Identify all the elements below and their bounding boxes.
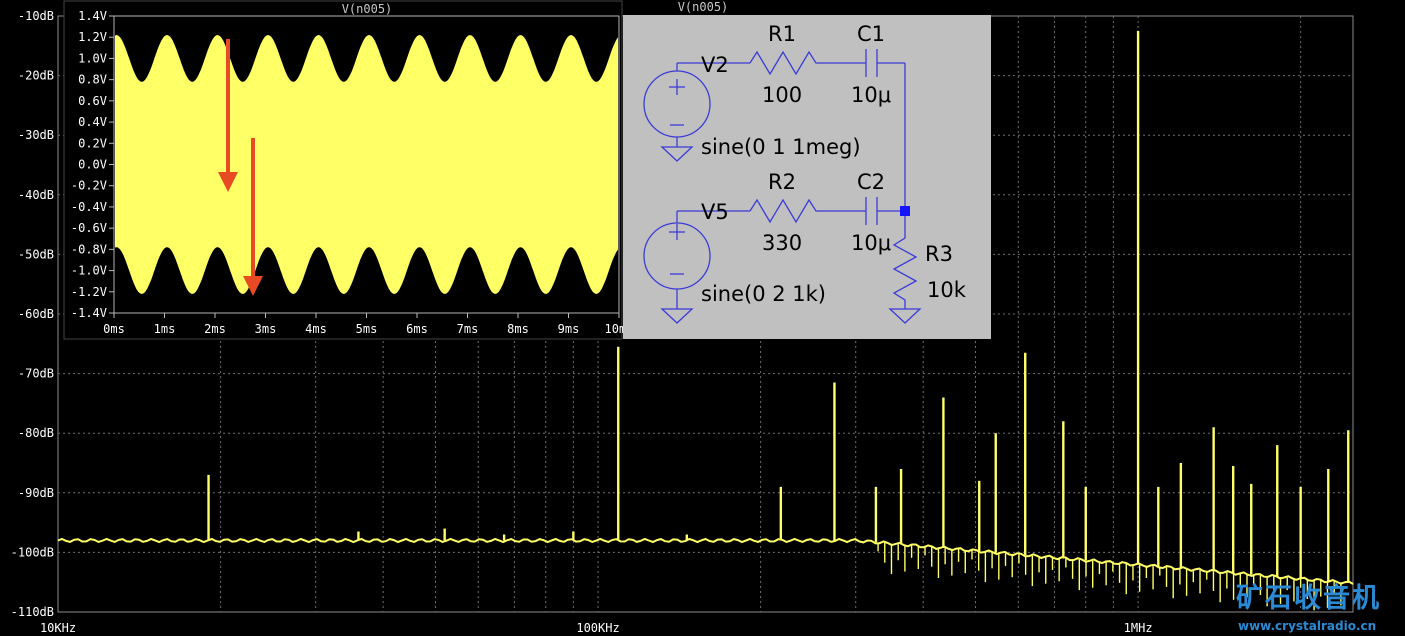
spectrum-y-tick-label: -30dB (18, 128, 54, 142)
waveform-title: V(n005) (342, 2, 393, 16)
spectrum-x-tick-label: 100KHz (576, 621, 619, 635)
spectrum-x-tick-label: 1MHz (1124, 621, 1153, 635)
spectrum-title: V(n005) (678, 0, 729, 14)
spectrum-y-tick-label: -100dB (11, 545, 54, 559)
spectrum-y-tick-label: -90dB (18, 486, 54, 500)
waveform-y-tick-label: -1.0V (71, 264, 107, 278)
spectrum-y-tick-label: -10dB (18, 9, 54, 23)
waveform-y-tick-label: -0.6V (71, 221, 107, 235)
spectrum-y-tick-label: -70dB (18, 367, 54, 381)
waveform-y-tick-label: -1.2V (71, 285, 107, 299)
waveform-x-tick-label: 0ms (103, 322, 125, 336)
waveform-y-tick-label: 0.2V (78, 136, 107, 150)
source-v5-name: V5 (701, 200, 729, 224)
spectrum-y-tick-label: -60dB (18, 307, 54, 321)
waveform-x-tick-label: 5ms (356, 322, 378, 336)
spectrum-x-axis: 10KHz 100KHz 1MHz (40, 621, 1153, 635)
watermark-text: 矿石收音机 (1236, 582, 1381, 614)
spectrum-y-tick-label: -50dB (18, 247, 54, 261)
waveform-x-tick-label: 8ms (507, 322, 529, 336)
capacitor-c1-name: C1 (857, 22, 885, 46)
waveform-x-tick-label: 9ms (558, 322, 580, 336)
watermark-url: www.crystalradio.cn (1238, 619, 1376, 633)
source-v2-value: sine(0 1 1meg) (701, 135, 861, 159)
waveform-y-tick-label: 1.2V (78, 30, 107, 44)
waveform-inset: V(n005) 1.4V 1.2V 1.0V 0.8V 0.6V 0.4V 0.2V 0.0V… (63, 0, 633, 340)
spectrum-x-tick-label: 10KHz (40, 621, 76, 635)
waveform-y-tick-label: 1.0V (78, 51, 107, 65)
waveform-y-tick-label: 0.0V (78, 158, 107, 172)
spectrum-y-tick-label: -80dB (18, 426, 54, 440)
waveform-x-tick-label: 1ms (154, 322, 176, 336)
waveform-x-tick-label: 3ms (255, 322, 277, 336)
waveform-y-tick-label: 0.8V (78, 73, 107, 87)
spectrum-y-tick-label: -110dB (11, 605, 54, 619)
waveform-x-tick-label: 6ms (406, 322, 428, 336)
resistor-r2-value: 330 (762, 231, 802, 255)
waveform-y-tick-label: 0.4V (78, 115, 107, 129)
waveform-y-tick-label: 0.6V (78, 94, 107, 108)
resistor-r2-name: R2 (768, 170, 796, 194)
capacitor-c2-value: 10μ (851, 231, 891, 255)
spectrum-y-tick-label: -20dB (18, 69, 54, 83)
spectrum-figure: V(n005) -10dB -20dB -30dB -40dB -50dB -60dB -7… (11, 0, 1354, 635)
resistor-r3-value: 10k (927, 278, 967, 302)
source-v5-value: sine(0 2 1k) (701, 282, 826, 306)
waveform-x-tick-label: 2ms (204, 322, 226, 336)
resistor-r3-name: R3 (925, 242, 953, 266)
schematic-inset: V2 sine(0 1 1meg) V5 sine(0 2 1k) R1 100… (623, 15, 991, 339)
spectrum-y-axis: -10dB -20dB -30dB -40dB -50dB -60dB -70dB -80dB… (11, 9, 54, 619)
waveform-y-tick-label: -0.2V (71, 179, 107, 193)
resistor-r1-name: R1 (768, 22, 796, 46)
capacitor-c1-value: 10μ (851, 83, 891, 107)
waveform-y-tick-label: -0.4V (71, 200, 107, 214)
capacitor-c2-name: C2 (857, 170, 885, 194)
waveform-y-tick-label: -1.4V (71, 306, 107, 320)
node-n005-marker (900, 206, 910, 216)
waveform-y-tick-label: -0.8V (71, 242, 107, 256)
waveform-x-tick-label: 7ms (457, 322, 479, 336)
resistor-r1-value: 100 (762, 83, 802, 107)
source-v2-name: V2 (701, 53, 729, 77)
spectrum-y-tick-label: -40dB (18, 188, 54, 202)
watermark-logo: 矿石收音机 www.crystalradio.cn (1236, 582, 1381, 633)
waveform-y-tick-label: 1.4V (78, 9, 107, 23)
waveform-x-tick-label: 4ms (305, 322, 327, 336)
